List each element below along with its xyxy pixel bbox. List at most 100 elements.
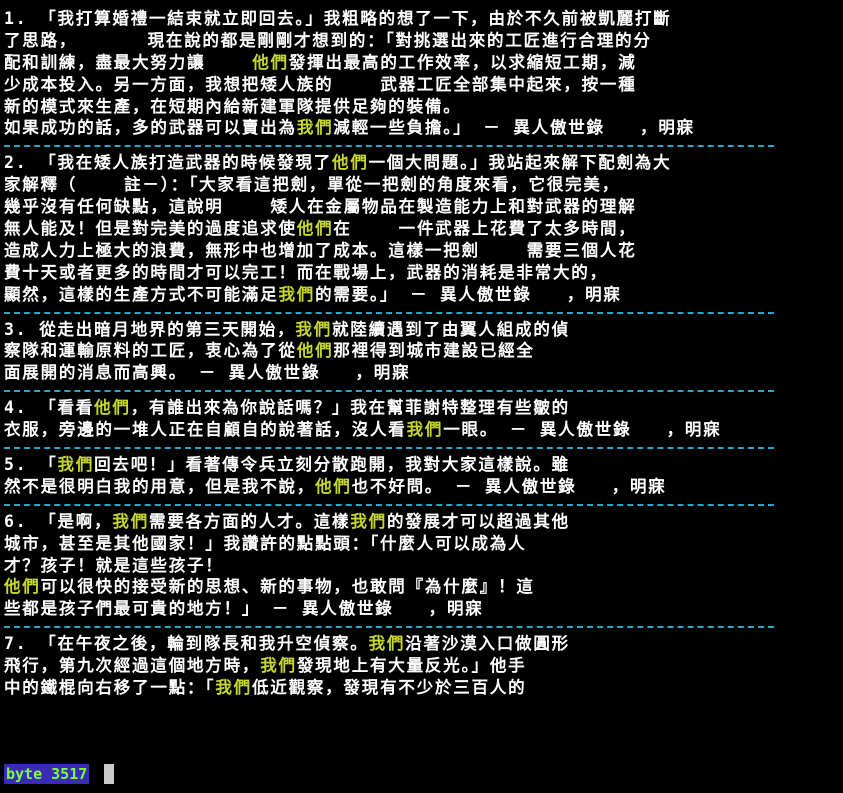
terminal-pager[interactable]: 1. 「我打算婚禮一結束就立即回去。」我粗略的想了一下，由於不久前被凱麗打斷 了思… <box>0 0 843 793</box>
highlighted-term: 我們 <box>296 118 334 138</box>
line-text: 也不好問。 － 異人傲世錄 ，明寐 <box>351 476 667 496</box>
pager-content: 1. 「我打算婚禮一結束就立即回去。」我粗略的想了一下，由於不久前被凱麗打斷 了思… <box>4 8 837 699</box>
sentence-entry: 6. 「是啊，我們需要各方面的人才。這樣我們的發展才可以超過其他 城市，甚至是其他… <box>4 511 837 620</box>
line-text: 城市，甚至是其他國家！」我讚許的點點頭：「什麼人可以成為人 <box>4 533 527 553</box>
line-text: 發揮出最高的工作效率，以求縮短工期，減 <box>288 52 637 72</box>
entry-line: 2. 「我在矮人族打造武器的時候發現了他們一個大問題。」我站起來解下配劍為大 <box>4 152 837 174</box>
dashed-separator <box>4 498 837 511</box>
entry-line: 飛行，第九次經過這個地方時，我們發現地上有大量反光。」他手 <box>4 655 837 677</box>
entry-line: 他們可以很快的接受新的思想、新的事物，也敢問『為什麼』！這 <box>4 576 837 598</box>
line-text: 幾乎沒有任何缺點，這說明 矮人在金屬物品在製造能力上和對武器的理解 <box>4 197 637 217</box>
line-text: 才？孩子！就是這些孩子！ <box>4 555 224 575</box>
entry-line: 6. 「是啊，我們需要各方面的人才。這樣我們的發展才可以超過其他 <box>4 511 837 533</box>
highlighted-term: 我們 <box>278 284 316 304</box>
line-text: 1. 「我打算婚禮一結束就立即回去。」我粗略的想了一下，由於不久前被凱麗打斷 <box>4 9 672 28</box>
line-text: 家解釋（ 註－）：「大家看這把劍，單從一把劍的角度來看，它很完美， <box>4 175 621 195</box>
entry-line: 無人能及！但是對完美的過度追求使他們在 一件武器上花費了太多時間， <box>4 218 837 240</box>
entry-line: 中的鐵棍向右移了一點：「我們低近觀察，發現有不少於三百人的 <box>4 677 837 699</box>
highlighted-term: 我們 <box>57 455 95 475</box>
highlighted-term: 我們 <box>295 319 333 339</box>
highlighted-term: 我們 <box>350 511 387 531</box>
line-text: 減輕一些負擔。」 － 異人傲世錄 ，明寐 <box>333 118 695 138</box>
entry-line: 3. 從走出暗月地界的第三天開始，我們就陸續遇到了由翼人組成的偵 <box>4 319 837 341</box>
line-text: 就陸續遇到了由翼人組成的偵 <box>332 319 570 339</box>
entry-line: 造成人力上極大的浪費，無形中也增加了成本。這樣一把劍 需要三個人花 <box>4 240 837 262</box>
line-text: 衣服，旁邊的一堆人正在自顧自的說著話，沒人看 <box>4 420 407 440</box>
entry-line: 家解釋（ 註－）：「大家看這把劍，單從一把劍的角度來看，它很完美， <box>4 174 837 196</box>
line-text: 6. 「是啊， <box>4 511 113 531</box>
line-text: 飛行，第九次經過這個地方時， <box>4 656 261 676</box>
line-text: 顯然，這樣的生產方式不可能滿足 <box>4 284 279 304</box>
entry-line: 察隊和運輸原料的工匠，衷心為了從他們那裡得到城市建設已經全 <box>4 340 837 362</box>
highlighted-term: 我們 <box>260 656 297 676</box>
entry-line: 7. 「在午夜之後，輪到隊長和我升空偵察。我們沿著沙漠入口做圓形 <box>4 633 837 655</box>
highlighted-term: 他們 <box>332 153 369 173</box>
entry-line: 城市，甚至是其他國家！」我讚許的點點頭：「什麼人可以成為人 <box>4 533 837 555</box>
line-text: 面展開的消息而高興。 － 異人傲世錄 ，明寐 <box>4 363 411 383</box>
line-text: 察隊和運輸原料的工匠，衷心為了從 <box>4 341 297 361</box>
entry-line: 顯然，這樣的生產方式不可能滿足我們的需要。」 － 異人傲世錄 ，明寐 <box>4 284 837 306</box>
line-text: 發現地上有大量反光。」他手 <box>296 656 527 676</box>
line-text: 無人能及！但是對完美的過度追求使 <box>4 219 297 239</box>
line-text: 3. 從走出暗月地界的第三天開始， <box>4 319 296 339</box>
line-text: 7. 「在午夜之後，輪到隊長和我升空偵察。 <box>4 634 369 654</box>
dashed-separator <box>4 139 837 152</box>
line-text: 然不是很明白我的用意，但是我不說， <box>4 476 316 496</box>
highlighted-term: 他們 <box>252 52 289 72</box>
line-text: 需要各方面的人才。這樣 <box>149 511 351 531</box>
sentence-entry: 4. 「看看他們，有誰出來為你說話嗎？」我在幫菲謝特整理有些皺的 衣服，旁邊的一堆… <box>4 397 837 441</box>
entry-line: 然不是很明白我的用意，但是我不說，他們也不好問。 － 異人傲世錄 ，明寐 <box>4 476 837 498</box>
line-text: 低近觀察，發現有不少於三百人的 <box>251 678 527 698</box>
entry-line: 新的模式來生產，在短期內給新建軍隊提供足夠的裝備。 <box>4 96 837 118</box>
line-text: 在 一件武器上花費了太多時間， <box>333 219 637 239</box>
line-text: 費十天或者更多的時間才可以完工！而在戰場上，武器的消耗是非常大的， <box>4 262 608 282</box>
entry-line: 幾乎沒有任何缺點，這說明 矮人在金屬物品在製造能力上和對武器的理解 <box>4 196 837 218</box>
dashed-separator <box>4 384 837 397</box>
line-text: 少成本投入。另一方面，我想把矮人族的 武器工匠全部集中起來，按一種 <box>4 74 637 94</box>
entry-line: 了思路， 現在說的都是剛剛才想到的：「對挑選出來的工匠進行合理的分 <box>4 30 837 52</box>
line-text: 些都是孩子們最可貴的地方！」 － 異人傲世錄 ，明寐 <box>4 599 484 619</box>
entry-line: 費十天或者更多的時間才可以完工！而在戰場上，武器的消耗是非常大的， <box>4 262 837 284</box>
entry-line: 如果成功的話，多的武器可以賣出為我們減輕一些負擔。」 － 異人傲世錄 ，明寐 <box>4 117 837 139</box>
dashed-separator <box>4 620 837 633</box>
entry-line: 少成本投入。另一方面，我想把矮人族的 武器工匠全部集中起來，按一種 <box>4 74 837 96</box>
highlighted-term: 我們 <box>406 420 444 440</box>
line-text: 一眼。 － 異人傲世錄 ，明寐 <box>443 420 722 440</box>
line-text: 的需要。」 － 異人傲世錄 ，明寐 <box>315 284 622 304</box>
entry-line: 衣服，旁邊的一堆人正在自顧自的說著話，沒人看我們一眼。 － 異人傲世錄 ，明寐 <box>4 419 837 441</box>
highlighted-term: 我們 <box>368 634 406 654</box>
highlighted-term: 他們 <box>296 341 334 361</box>
entry-line: 配和訓練，盡最大努力讓 他們發揮出最高的工作效率，以求縮短工期，減 <box>4 52 837 74</box>
dashed-separator <box>4 306 837 319</box>
line-text: 沿著沙漠入口做圓形 <box>405 634 570 654</box>
line-text: 新的模式來生產，在短期內給新建軍隊提供足夠的裝備。 <box>4 96 462 116</box>
sentence-entry: 1. 「我打算婚禮一結束就立即回去。」我粗略的想了一下，由於不久前被凱麗打斷 了思… <box>4 8 837 139</box>
sentence-entry: 7. 「在午夜之後，輪到隊長和我升空偵察。我們沿著沙漠入口做圓形 飛行，第九次經過… <box>4 633 837 699</box>
entry-line: 4. 「看看他們，有誰出來為你說話嗎？」我在幫菲謝特整理有些皺的 <box>4 397 837 419</box>
line-text: 那裡得到城市建設已經全 <box>333 341 535 361</box>
highlighted-term: 我們 <box>112 511 150 531</box>
dashed-separator <box>4 441 837 454</box>
entry-line: 才？孩子！就是這些孩子！ <box>4 555 837 577</box>
entry-line: 面展開的消息而高興。 － 異人傲世錄 ，明寐 <box>4 362 837 384</box>
line-text: 的發展才可以超過其他 <box>386 511 570 531</box>
highlighted-term: 我們 <box>215 678 252 698</box>
line-text: 如果成功的話，多的武器可以賣出為 <box>4 118 297 138</box>
line-text: 中的鐵棍向右移了一點：「 <box>4 678 216 698</box>
line-text: 5. 「 <box>4 455 58 475</box>
text-cursor <box>104 764 114 784</box>
highlighted-term: 他們 <box>4 577 41 597</box>
entry-line: 5. 「我們回去吧！」看著傳令兵立刻分散跑開，我對大家這樣說。雖 <box>4 454 837 476</box>
pager-status-line: byte 3517 <box>4 764 90 784</box>
sentence-entry: 3. 從走出暗月地界的第三天開始，我們就陸續遇到了由翼人組成的偵 察隊和運輸原料的… <box>4 319 837 385</box>
line-text: 了思路， 現在說的都是剛剛才想到的：「對挑選出來的工匠進行合理的分 <box>4 30 652 50</box>
highlighted-term: 他們 <box>296 219 334 239</box>
line-text: 2. 「我在矮人族打造武器的時候發現了 <box>4 153 333 173</box>
highlighted-term: 他們 <box>94 398 131 418</box>
sentence-entry: 5. 「我們回去吧！」看著傳令兵立刻分散跑開，我對大家這樣說。雖 然不是很明白我的… <box>4 454 837 498</box>
line-text: ，有誰出來為你說話嗎？」我在幫菲謝特整理有些皺的 <box>130 398 570 418</box>
line-text: 配和訓練，盡最大努力讓 <box>4 52 253 72</box>
line-text: 造成人力上極大的浪費，無形中也增加了成本。這樣一把劍 需要三個人花 <box>4 240 637 260</box>
line-text: 可以很快的接受新的思想、新的事物，也敢問『為什麼』！這 <box>40 577 535 597</box>
line-text: 回去吧！」看著傳令兵立刻分散跑開，我對大家這樣說。雖 <box>94 455 570 475</box>
